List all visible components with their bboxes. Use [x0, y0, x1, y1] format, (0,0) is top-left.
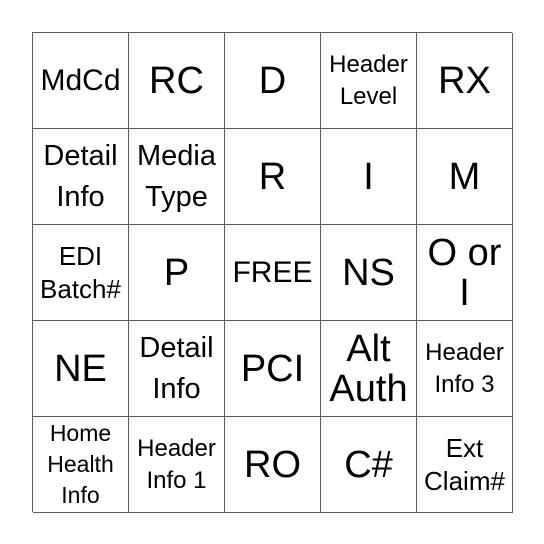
bingo-cell[interactable]: EDI Batch#: [33, 225, 129, 321]
bingo-card: MdCd RC D Header Level RX Detail Info Me…: [32, 32, 513, 513]
cell-text: NE: [54, 347, 107, 390]
cell-text: PCI: [240, 347, 305, 390]
cell-text: RC: [149, 59, 204, 102]
bingo-cell[interactable]: M: [417, 129, 513, 225]
cell-text: Detail Info: [139, 331, 214, 405]
cell-text: Ext Claim#: [424, 432, 505, 496]
bingo-cell[interactable]: Home Health Info: [33, 417, 129, 513]
free-space-cell[interactable]: FREE: [225, 225, 321, 321]
bingo-cell[interactable]: MdCd: [33, 33, 129, 129]
bingo-cell[interactable]: Detail Info: [129, 321, 225, 417]
cell-text: O or I: [427, 231, 502, 314]
cell-text: R: [258, 155, 287, 198]
cell-text: D: [258, 59, 287, 102]
bingo-cell[interactable]: Media Type: [129, 129, 225, 225]
cell-text: EDI Batch#: [40, 240, 121, 304]
bingo-cell[interactable]: Header Level: [321, 33, 417, 129]
cell-text: MdCd: [40, 63, 121, 97]
bingo-cell[interactable]: D: [225, 33, 321, 129]
bingo-cell[interactable]: I: [321, 129, 417, 225]
bingo-cell[interactable]: R: [225, 129, 321, 225]
cell-text: NS: [342, 251, 395, 294]
bingo-cell[interactable]: Header Info 3: [417, 321, 513, 417]
bingo-cell[interactable]: Alt Auth: [321, 321, 417, 417]
cell-text: Media Type: [137, 139, 216, 213]
bingo-cell[interactable]: Detail Info: [33, 129, 129, 225]
cell-text: Alt Auth: [329, 327, 408, 410]
cell-text: M: [448, 155, 481, 198]
bingo-cell[interactable]: RO: [225, 417, 321, 513]
bingo-cell[interactable]: NS: [321, 225, 417, 321]
cell-text: Detail Info: [43, 139, 118, 213]
cell-text: FREE: [232, 255, 313, 289]
bingo-cell[interactable]: P: [129, 225, 225, 321]
bingo-cell[interactable]: NE: [33, 321, 129, 417]
bingo-cell[interactable]: Ext Claim#: [417, 417, 513, 513]
cell-text: Header Info 1: [137, 434, 216, 494]
cell-text: I: [363, 155, 374, 198]
bingo-cell[interactable]: RC: [129, 33, 225, 129]
cell-text: P: [163, 251, 190, 294]
cell-text: Home Health Info: [47, 420, 114, 508]
bingo-cell[interactable]: O or I: [417, 225, 513, 321]
cell-text: RO: [244, 443, 301, 486]
cell-text: Header Info 3: [425, 338, 504, 398]
cell-text: C#: [344, 443, 393, 486]
bingo-cell[interactable]: C#: [321, 417, 417, 513]
cell-text: Header Level: [329, 50, 408, 110]
bingo-cell[interactable]: Header Info 1: [129, 417, 225, 513]
bingo-cell[interactable]: PCI: [225, 321, 321, 417]
bingo-cell[interactable]: RX: [417, 33, 513, 129]
cell-text: RX: [438, 59, 491, 102]
